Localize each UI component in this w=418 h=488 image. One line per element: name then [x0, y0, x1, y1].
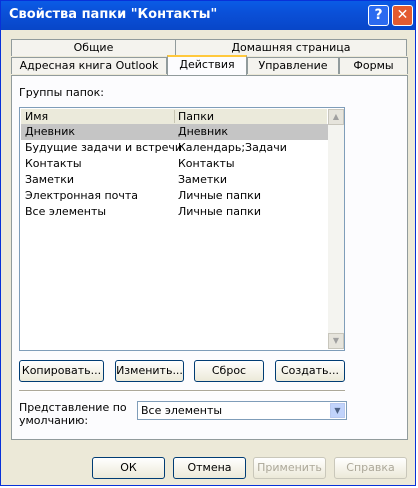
tab-home-page[interactable]: Домашняя страница [175, 39, 407, 56]
column-header-name[interactable]: Имя [25, 110, 48, 123]
list-item-folders: Контакты [178, 157, 235, 170]
scroll-down-icon[interactable]: ▼ [328, 333, 344, 349]
vertical-scrollbar[interactable]: ▲ ▼ [328, 109, 344, 349]
default-view-select[interactable]: Все элементы ▼ [137, 401, 347, 420]
default-view-label-line2: умолчанию: [19, 414, 89, 427]
list-item-name: Дневник [25, 125, 76, 138]
list-item-folders: Дневник [178, 125, 229, 138]
divider [19, 390, 345, 392]
properties-dialog: Свойства папки "Контакты" ? ✕ Общие Дома… [0, 0, 416, 486]
list-item[interactable]: Контакты Контакты [21, 156, 328, 172]
folder-groups-list[interactable]: Имя Папки Дневник Дневник Будущие задачи… [19, 107, 345, 351]
list-item-folders: Личные папки [178, 205, 261, 218]
tab-administration[interactable]: Управление [247, 57, 339, 74]
tab-forms[interactable]: Формы [339, 57, 408, 74]
edit-button[interactable]: Изменить... [115, 360, 184, 382]
list-item[interactable]: Будущие задачи и встречи Календарь;Задач… [21, 140, 328, 156]
cancel-button[interactable]: Отмена [173, 457, 246, 479]
default-view-label-line1: Представление по [19, 401, 127, 414]
help-icon[interactable]: ? [368, 5, 389, 26]
list-item-name: Будущие задачи и встречи [25, 141, 183, 154]
close-icon[interactable]: ✕ [392, 5, 413, 26]
list-item[interactable]: Заметки Заметки [21, 172, 328, 188]
tab-actions[interactable]: Действия [167, 55, 247, 75]
reset-button[interactable]: Сброс [194, 360, 264, 382]
list-item-folders: Заметки [178, 173, 228, 186]
ok-button[interactable]: ОК [92, 457, 165, 479]
chevron-down-icon[interactable]: ▼ [330, 403, 345, 418]
list-item-name: Заметки [25, 173, 75, 186]
list-item[interactable]: Электронная почта Личные папки [21, 188, 328, 204]
list-item-folders: Личные папки [178, 189, 261, 202]
list-item[interactable]: Дневник Дневник [21, 124, 328, 140]
tab-outlook-address-book[interactable]: Адресная книга Outlook [11, 57, 167, 74]
apply-button[interactable]: Применить [253, 457, 326, 479]
title-bar: Свойства папки "Контакты" ? ✕ [1, 1, 415, 30]
list-item-folders: Календарь;Задачи [178, 141, 287, 154]
list-item-name: Электронная почта [25, 189, 139, 202]
column-header-folders[interactable]: Папки [178, 110, 214, 123]
copy-button[interactable]: Копировать... [19, 360, 104, 382]
list-header: Имя Папки [21, 109, 327, 125]
tab-general[interactable]: Общие [11, 39, 176, 56]
create-button[interactable]: Создать... [275, 360, 345, 382]
scroll-up-icon[interactable]: ▲ [328, 109, 344, 125]
list-item-name: Все элементы [25, 205, 107, 218]
window-title: Свойства папки "Контакты" [9, 7, 218, 22]
default-view-value: Все элементы [141, 404, 223, 417]
help-button[interactable]: Справка [334, 457, 407, 479]
list-item-name: Контакты [25, 157, 82, 170]
list-item[interactable]: Все элементы Личные папки [21, 204, 328, 220]
groups-label: Группы папок: [19, 86, 104, 99]
